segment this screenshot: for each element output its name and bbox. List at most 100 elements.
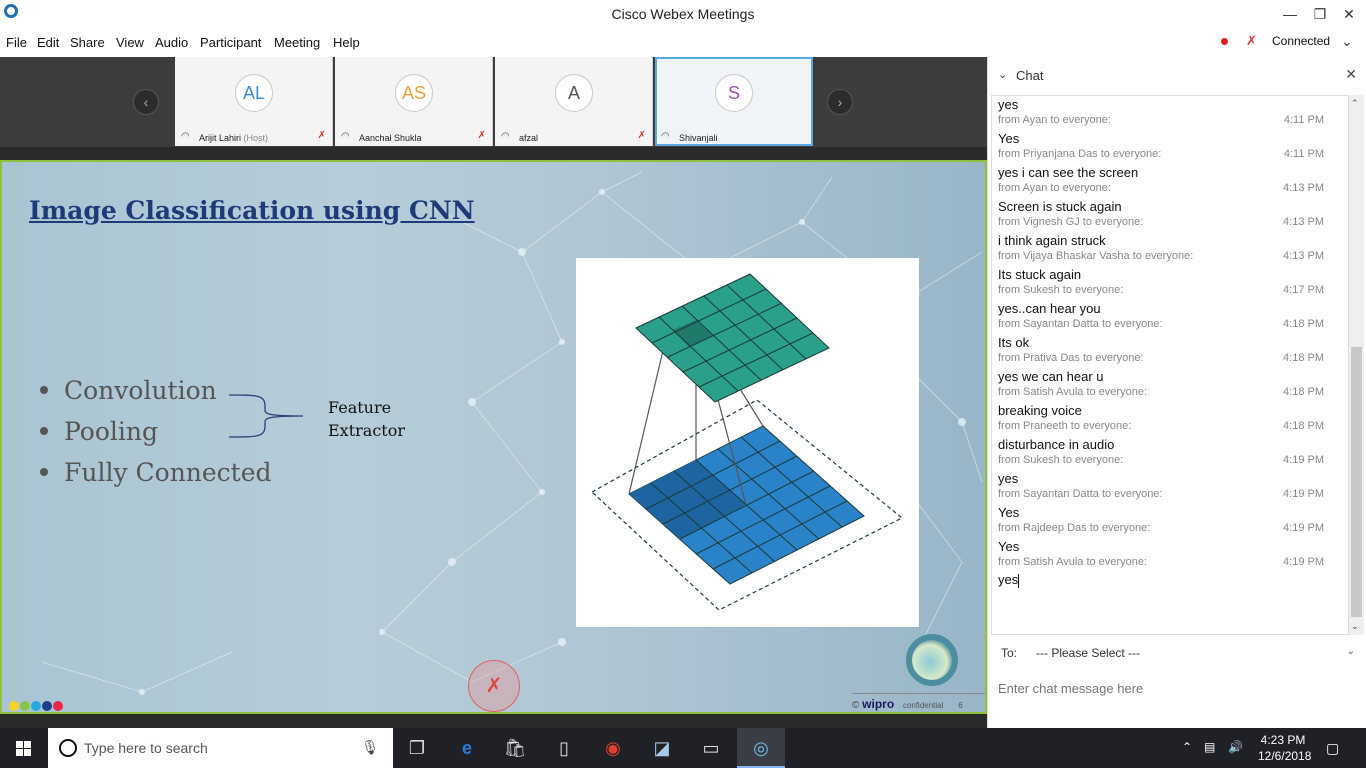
- chat-scrollbar[interactable]: ⌃ ⌄: [1349, 95, 1364, 635]
- chat-message-log[interactable]: yes from Ayan to everyone: 4:11 PM Yes from…: [991, 95, 1349, 635]
- scroll-down-icon[interactable]: ⌄: [1351, 621, 1359, 632]
- notifications-icon[interactable]: ▢: [1326, 740, 1339, 757]
- mic-muted-icon: ✗: [1246, 33, 1257, 48]
- chat-message: from Ayan to everyone: 4:11 PM Yes: [992, 114, 1348, 148]
- chat-message-sender: from Sayantan Datta to everyone:: [998, 488, 1163, 500]
- participant-name: Shivanjali: [679, 133, 718, 143]
- menu-view[interactable]: View: [116, 35, 144, 50]
- volume-icon[interactable]: 🔊: [1228, 740, 1243, 754]
- windows-logo-icon: [16, 741, 31, 756]
- menu-participant[interactable]: Participant: [200, 35, 261, 50]
- tray-expand-icon[interactable]: ⌃: [1182, 740, 1192, 754]
- recipient-selector[interactable]: To: --- Please Select --- ⌄: [988, 640, 1366, 664]
- collapse-chevron-icon[interactable]: ⌄: [998, 68, 1007, 81]
- to-label: To:: [1001, 646, 1018, 660]
- search-icon: [59, 739, 77, 757]
- participant-name: afzal: [519, 133, 539, 143]
- taskbar-clock[interactable]: 4:23 PM 12/6/2018: [1258, 732, 1311, 764]
- chat-message: from Satish Avula to everyone: 4:18 PM bre…: [992, 386, 1348, 420]
- taskbar-search-box[interactable]: Type here to search 🎙: [48, 728, 393, 768]
- store-icon[interactable]: 🛍: [491, 728, 539, 768]
- chat-message-text: Yes: [998, 131, 1020, 146]
- chat-message-list: from Ayan to everyone: 4:11 PM Yes from Pri…: [992, 114, 1348, 590]
- chat-message: from Prativa Das to everyone: 4:18 PM yes …: [992, 352, 1348, 386]
- menu-audio[interactable]: Audio: [155, 35, 188, 50]
- chat-message: from Sukesh to everyone: 4:19 PM yes: [992, 454, 1348, 488]
- chat-message-time: 4:19 PM: [1283, 522, 1324, 534]
- chat-message-text: yes: [998, 97, 1019, 112]
- menu-meeting[interactable]: Meeting: [274, 35, 320, 50]
- bullet-fully-connected: Fully Connected: [40, 458, 272, 499]
- participant-tile-aanchal[interactable]: AS ◠ Aanchal Shukla ✗: [335, 57, 493, 146]
- menu-help[interactable]: Help: [333, 35, 360, 50]
- next-participants-arrow-icon[interactable]: ›: [827, 89, 853, 115]
- chat-message-input[interactable]: [998, 677, 1338, 699]
- notepad-icon[interactable]: ◪: [638, 728, 686, 768]
- menu-edit[interactable]: Edit: [37, 35, 59, 50]
- chat-message: from Vignesh GJ to everyone: 4:13 PM i thi…: [992, 216, 1348, 250]
- chat-message-sender: from Sukesh to everyone:: [998, 454, 1124, 466]
- close-window-button[interactable]: ✕: [1339, 4, 1359, 24]
- search-placeholder: Type here to search: [84, 740, 208, 756]
- unmute-button[interactable]: ✗: [468, 660, 520, 712]
- chat-message-sender: from Sayantan Datta to everyone:: [998, 318, 1163, 330]
- scroll-up-icon[interactable]: ⌃: [1351, 98, 1359, 109]
- participant-name: Aanchal Shukla: [359, 133, 422, 143]
- webex-share-logo-icon: [906, 634, 958, 686]
- webex-taskbar-icon[interactable]: ◎: [737, 728, 785, 768]
- recipient-select[interactable]: --- Please Select ---: [1036, 646, 1140, 660]
- headset-icon: ◠: [341, 131, 350, 142]
- chat-message-sender: from Sukesh to everyone:: [998, 284, 1124, 296]
- chat-header: ⌄ Chat ✕: [988, 57, 1366, 93]
- chat-message-sender: from Vignesh GJ to everyone:: [998, 216, 1144, 228]
- chat-message-text: yes..can hear you: [998, 301, 1101, 316]
- chat-message-text: yes: [998, 572, 1020, 588]
- mic-muted-icon: ✗: [317, 130, 326, 141]
- chat-message-time: 4:17 PM: [1283, 284, 1324, 296]
- headset-icon: ◠: [181, 131, 190, 142]
- chat-message: from Priyanjana Das to everyone: 4:11 PM y…: [992, 148, 1348, 182]
- menu-file[interactable]: File: [6, 35, 27, 50]
- chat-message-time: 4:11 PM: [1283, 148, 1324, 160]
- chat-message-time: 4:13 PM: [1283, 216, 1324, 228]
- chat-panel: ⌄ Chat ✕ yes from Ayan to everyone: 4:11 …: [987, 57, 1366, 728]
- menu-bar: File Edit Share View Audio Participant M…: [0, 30, 1366, 56]
- chat-message: from Rajdeep Das to everyone: 4:19 PM Yes: [992, 522, 1348, 556]
- prev-participants-arrow-icon[interactable]: ‹: [133, 89, 159, 115]
- menu-share[interactable]: Share: [70, 35, 105, 50]
- chat-message: from Sayantan Datta to everyone: 4:19 PM Y…: [992, 488, 1348, 522]
- chat-message-time: 4:18 PM: [1283, 420, 1324, 432]
- connection-menu-chevron-icon[interactable]: ⌄: [1341, 33, 1353, 50]
- minimize-button[interactable]: —: [1280, 4, 1300, 24]
- connection-status: Connected: [1272, 34, 1331, 48]
- mic-muted-icon: ✗: [477, 130, 486, 141]
- chat-message-text: Its stuck again: [998, 267, 1082, 282]
- chat-message: from Ayan to everyone: 4:13 PM Screen is s…: [992, 182, 1348, 216]
- participant-tile-arijit[interactable]: AL ◠ Arijit Lahiri (Host) ✗: [175, 57, 333, 146]
- start-button[interactable]: [0, 728, 48, 768]
- microphone-icon[interactable]: 🎙: [361, 739, 379, 756]
- participant-tile-shivanjali[interactable]: S ◠ Shivanjali: [655, 57, 813, 146]
- maximize-button[interactable]: ❐: [1310, 4, 1330, 24]
- chevron-down-icon[interactable]: ⌄: [1347, 646, 1355, 657]
- chat-message-time: 4:18 PM: [1283, 318, 1324, 330]
- chat-message-text: yes we can hear u: [998, 369, 1104, 384]
- chrome-icon[interactable]: ◉: [589, 728, 637, 768]
- chat-message-sender: from Vijaya Bhaskar Vasha to everyone:: [998, 250, 1194, 262]
- network-icon[interactable]: ▤: [1204, 740, 1215, 754]
- chat-message-sender: from Rajdeep Das to everyone:: [998, 522, 1151, 534]
- command-prompt-icon[interactable]: ▭: [687, 728, 735, 768]
- recording-indicator-icon: [1221, 38, 1228, 45]
- participant-tile-afzal[interactable]: A ◠ afzal ✗: [495, 57, 653, 146]
- feature-extractor-label: Feature Extractor: [328, 398, 405, 440]
- chat-message-time: 4:18 PM: [1283, 386, 1324, 398]
- close-chat-icon[interactable]: ✕: [1345, 66, 1357, 83]
- scrollbar-thumb[interactable]: [1351, 347, 1362, 617]
- slide-title: Image Classification using CNN: [29, 196, 475, 225]
- windows-taskbar: Type here to search 🎙 ❐ e 🛍 ▯ ◉ ◪ ▭ ◎ ⌃ …: [0, 728, 1366, 768]
- task-view-icon[interactable]: ❐: [393, 728, 441, 768]
- file-icon[interactable]: ▯: [540, 728, 588, 768]
- chat-message-sender: from Priyanjana Das to everyone:: [998, 148, 1162, 160]
- edge-browser-icon[interactable]: e: [443, 728, 491, 768]
- chat-message-sender: from Ayan to everyone:: [998, 114, 1111, 126]
